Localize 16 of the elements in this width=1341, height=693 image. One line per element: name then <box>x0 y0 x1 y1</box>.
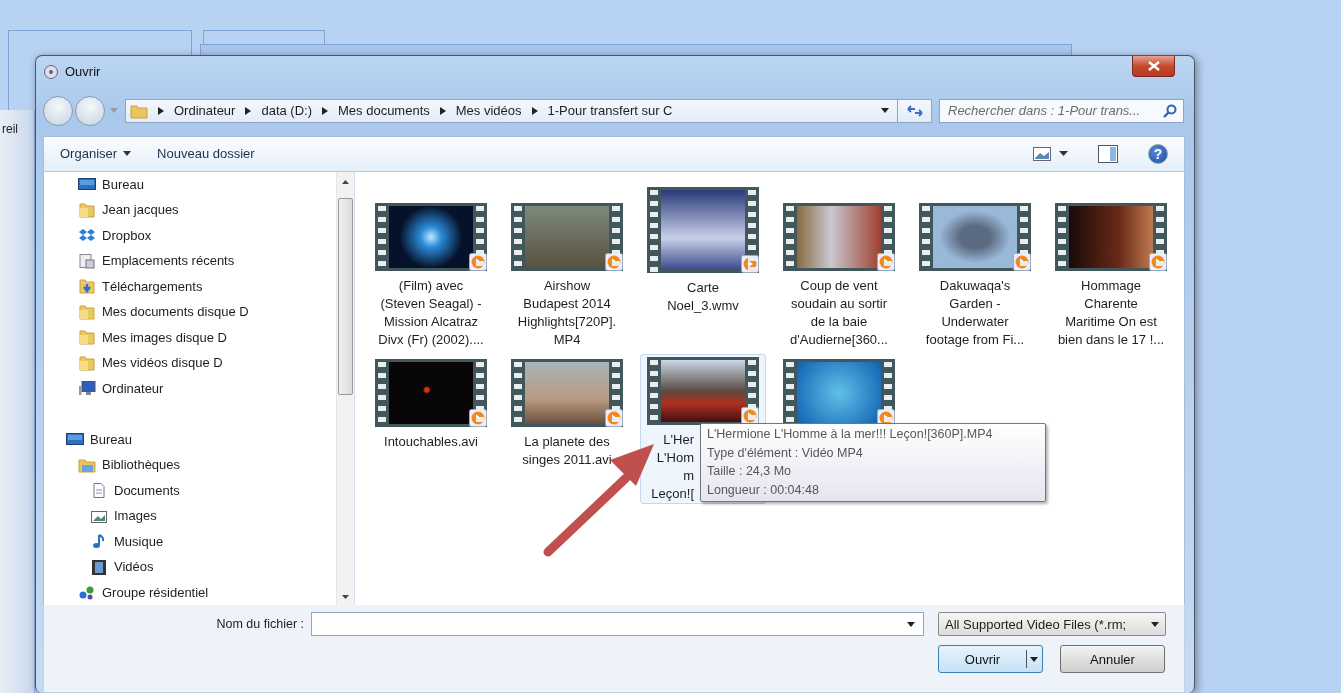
window-title: Ouvrir <box>65 64 101 80</box>
file-name: Dakuwaqa's Garden - Underwater footage from Fi... <box>924 276 1026 349</box>
tooltip-text: L'Hermione L'Homme à la mer!!! Leçon![360P].MP4 <box>707 426 994 443</box>
file-name: Airshow Budapest 2014 Highlights[720P]. MP4 <box>516 276 618 349</box>
file-name: La planete des singes 2011.avi <box>521 432 613 469</box>
field-label: Nom du fichier : <box>215 617 305 632</box>
background-text: reil <box>2 122 18 136</box>
file-name: Carte Noel_3.wmv <box>666 278 740 315</box>
tooltip-text: Type d'élément : Vidéo MP4 <box>707 444 864 462</box>
tooltip-text: Longueur : 00:04:48 <box>707 481 820 499</box>
file-name: Hommage Charente Maritime On est bien dans le 17 !... <box>1056 276 1166 349</box>
tooltip-text: Taille : 24,3 Mo <box>707 463 793 480</box>
file-name: L'Her L'Hom m Leçon![ <box>650 430 694 503</box>
file-name: Coup de vent soudain au sortir de la baie d'Audierne[360... <box>789 276 889 349</box>
file-name: (Film) avec (Steven Seagal) - Mission Alcatraz Divx (Fr) (2002).... <box>377 276 485 349</box>
file-name: Intouchables.avi <box>383 432 479 451</box>
